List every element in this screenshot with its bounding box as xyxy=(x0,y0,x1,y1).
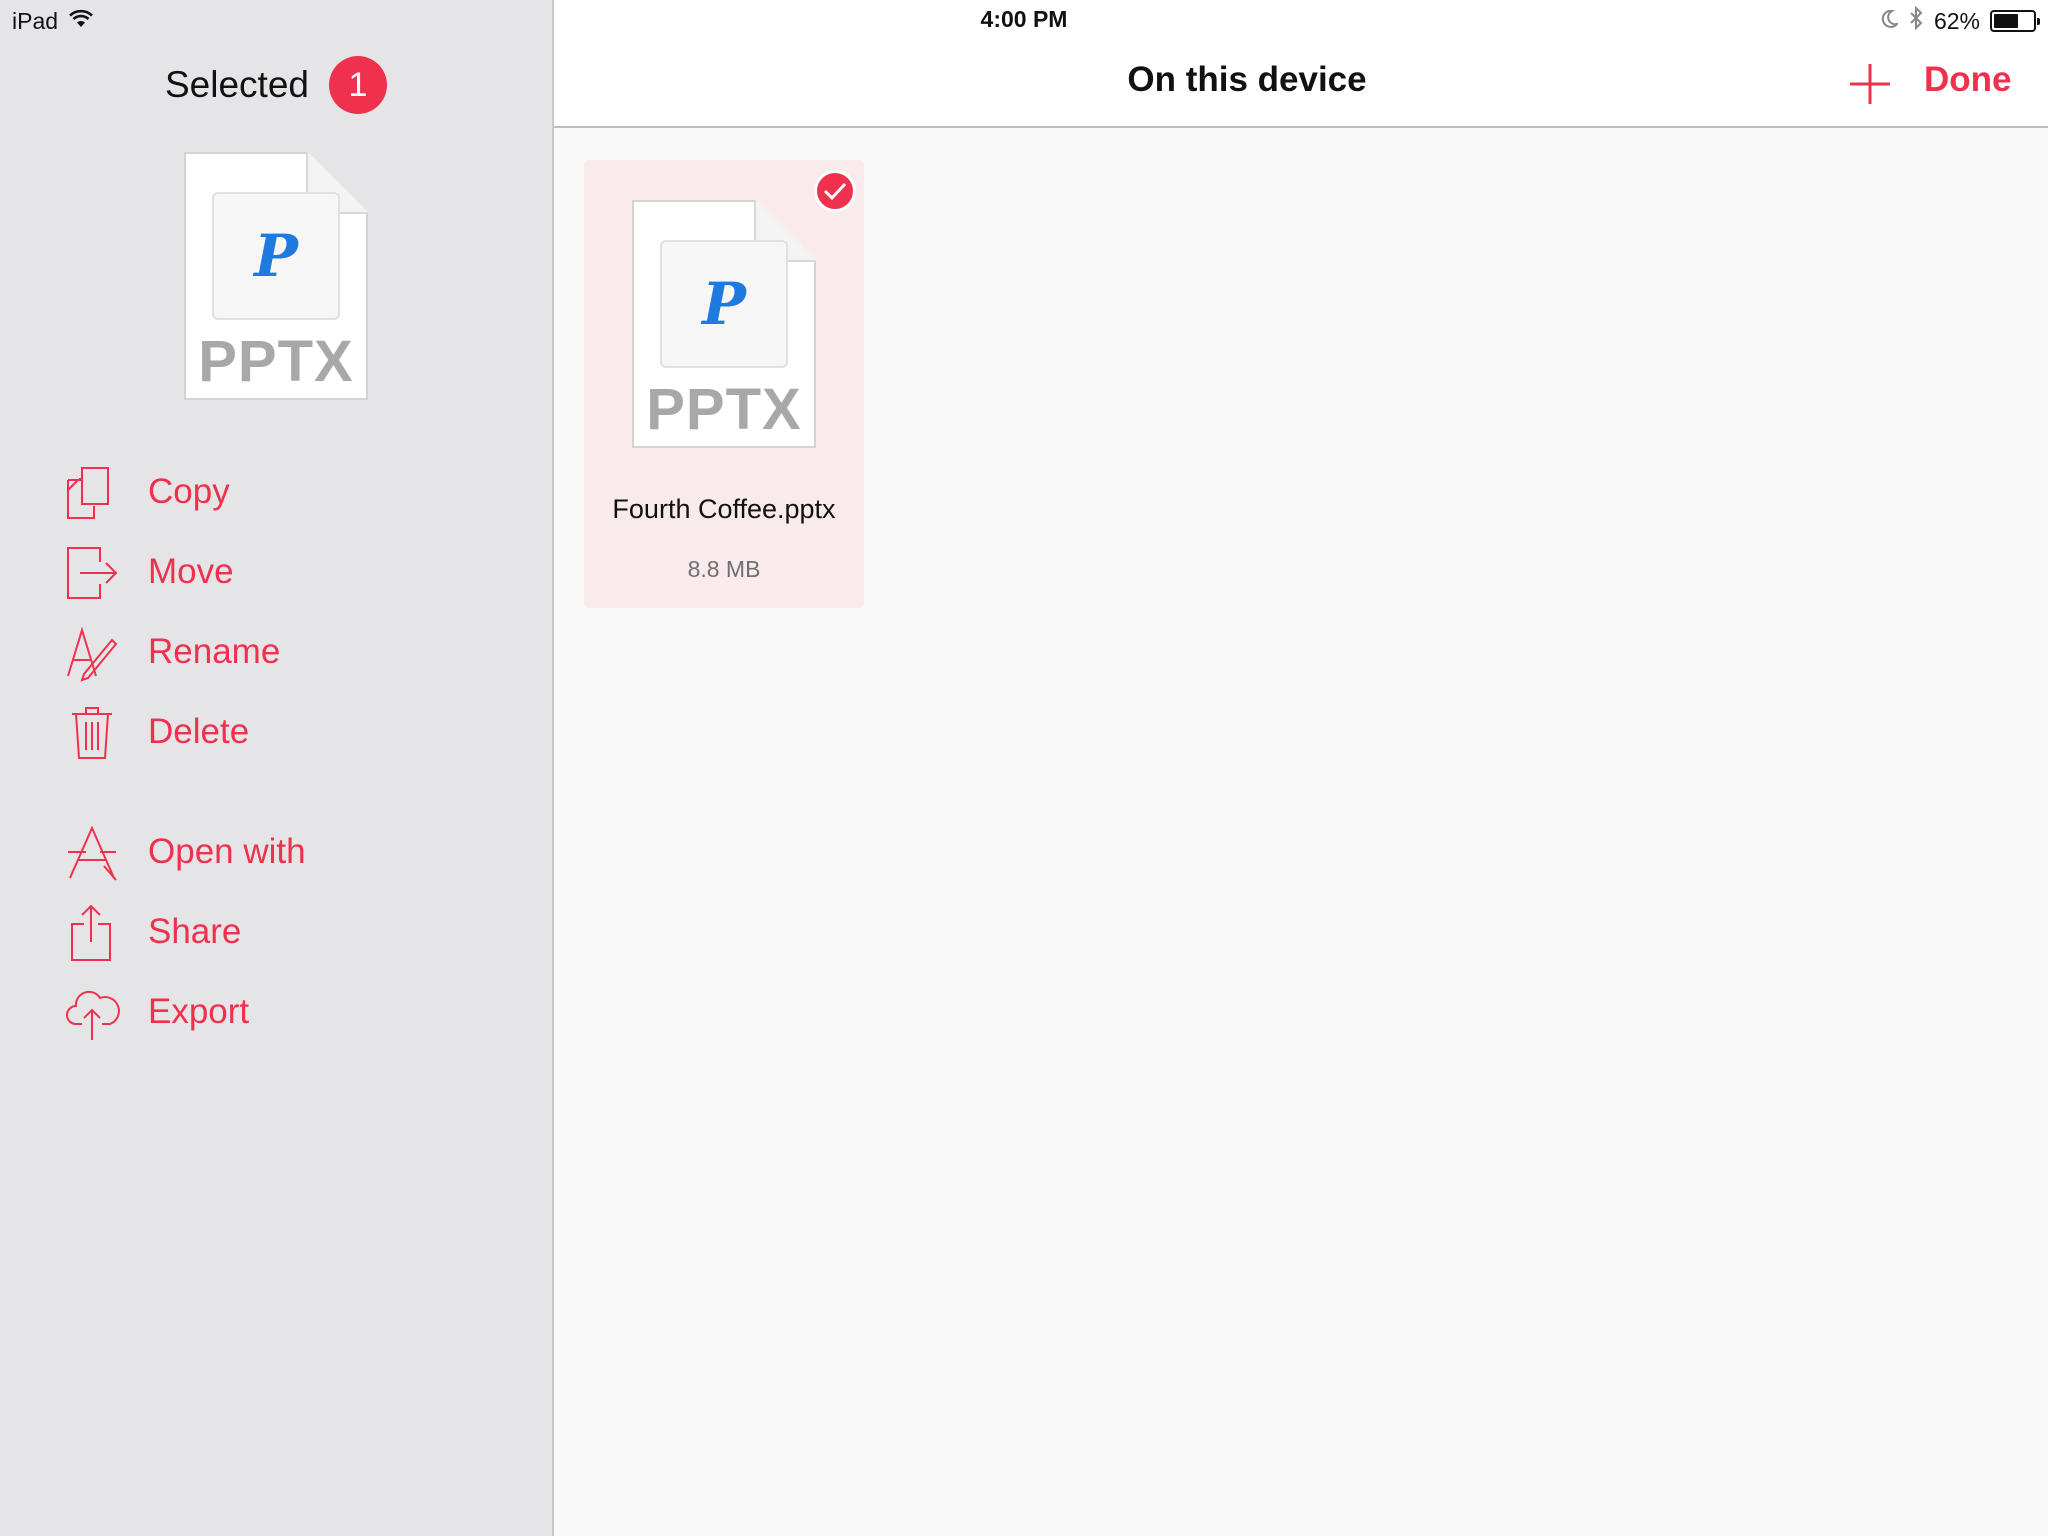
selected-title: Selected xyxy=(165,64,309,105)
rename-icon xyxy=(67,626,118,682)
file-thumbnail: P PPTX xyxy=(632,200,816,448)
rename-label: Rename xyxy=(148,632,281,671)
plus-icon xyxy=(1850,64,1890,104)
battery-icon xyxy=(1990,10,2040,32)
copy-label: Copy xyxy=(148,472,230,511)
delete-action[interactable]: Delete xyxy=(64,700,249,764)
file-name: Fourth Coffee.pptx xyxy=(612,494,836,524)
open-with-icon xyxy=(68,825,117,881)
move-icon xyxy=(67,547,118,599)
nav-title-row: On this device xyxy=(554,60,2048,100)
selected-header: Selected 1 xyxy=(0,56,552,114)
move-action[interactable]: Move xyxy=(64,540,234,604)
cloud-upload-icon xyxy=(66,990,120,1040)
wifi-icon xyxy=(68,8,94,35)
selected-file-preview: P PPTX xyxy=(184,152,368,400)
file-size: 8.8 MB xyxy=(687,556,761,582)
rename-action[interactable]: Rename xyxy=(64,620,280,684)
status-bar-left: iPad xyxy=(12,6,94,36)
device-label: iPad xyxy=(12,7,59,34)
done-button[interactable]: Done xyxy=(1924,60,2012,100)
share-action[interactable]: Share xyxy=(64,900,241,964)
file-extension-label: PPTX xyxy=(198,329,354,394)
checkmark-icon xyxy=(814,170,856,212)
status-time: 4:00 PM xyxy=(980,6,1068,32)
status-bar-right: 62% xyxy=(1880,5,2040,36)
page-title: On this device xyxy=(1127,60,1367,99)
delete-label: Delete xyxy=(148,712,250,751)
battery-level xyxy=(1994,14,2018,28)
powerpoint-logo: P xyxy=(660,240,788,368)
share-icon xyxy=(71,904,111,961)
add-button[interactable] xyxy=(1844,58,1896,110)
navigation-bar: 4:00 PM 62% On this device Done xyxy=(554,0,2048,128)
copy-action[interactable]: Copy xyxy=(64,460,230,524)
bluetooth-icon xyxy=(1908,5,1924,36)
moon-icon xyxy=(1880,8,1900,35)
trash-icon xyxy=(72,707,112,759)
battery-percent: 62% xyxy=(1933,7,1980,34)
powerpoint-letter: P xyxy=(254,222,298,290)
app-root: iPad Selected 1 P PPTX Copy Move Rename … xyxy=(0,0,2048,1536)
selection-sidebar: iPad Selected 1 P PPTX Copy Move Rename … xyxy=(0,0,552,1536)
copy-icon xyxy=(67,467,109,519)
selected-count-badge: 1 xyxy=(329,56,387,114)
open-with-label: Open with xyxy=(148,832,306,871)
powerpoint-letter: P xyxy=(702,270,746,338)
file-extension-label: PPTX xyxy=(646,377,802,442)
share-label: Share xyxy=(148,912,242,951)
file-tile[interactable]: P PPTX Fourth Coffee.pptx 8.8 MB xyxy=(584,160,864,608)
move-label: Move xyxy=(148,552,234,591)
file-browser: 4:00 PM 62% On this device Done P PPTX F… xyxy=(554,0,2048,1536)
open-with-action[interactable]: Open with xyxy=(64,820,306,884)
export-label: Export xyxy=(148,992,250,1031)
export-action[interactable]: Export xyxy=(64,980,249,1044)
powerpoint-logo: P xyxy=(212,192,340,320)
